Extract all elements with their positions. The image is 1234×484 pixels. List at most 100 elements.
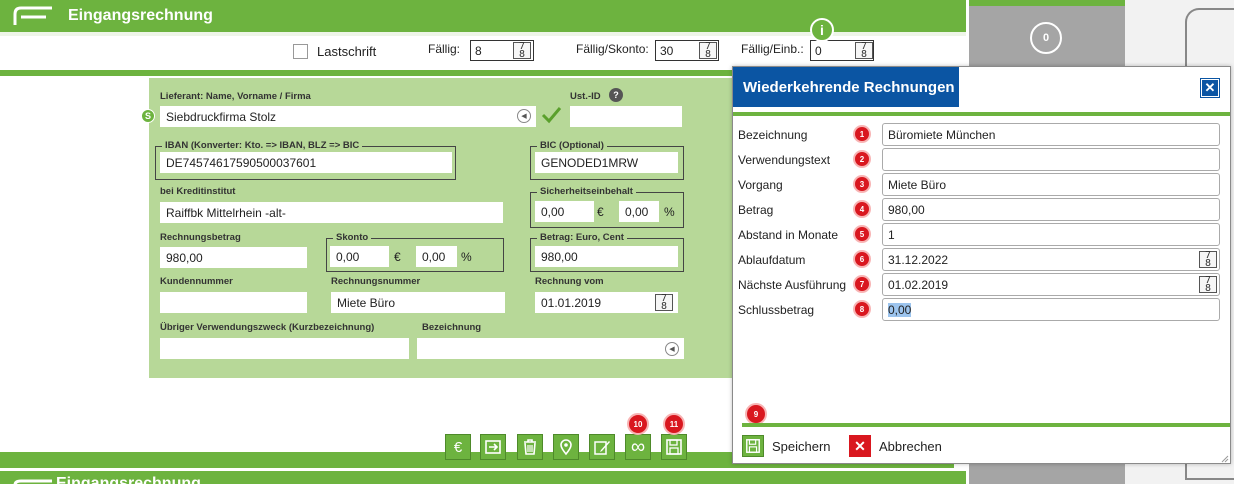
security-percent-input[interactable]: 0,00 xyxy=(619,201,659,222)
faellig-skonto-calendar-icon[interactable]: 78 xyxy=(699,42,717,60)
checkmark-icon xyxy=(541,107,562,124)
save-floppy-icon xyxy=(742,435,764,457)
faellig-einb-label: Fällig/Einb.: xyxy=(741,42,804,56)
dialog-field-badge: 2 xyxy=(853,150,871,168)
faellig-einb-calendar-icon[interactable]: 78 xyxy=(855,42,873,60)
bic-input[interactable]: GENODED1MRW xyxy=(535,152,678,173)
security-amount-input[interactable]: 0,00 xyxy=(535,201,594,222)
invoice-amount-label: Rechnungsbetrag xyxy=(160,232,241,243)
dialog-field-badge: 8 xyxy=(853,300,871,318)
resize-grip-icon[interactable] xyxy=(1219,453,1229,463)
designation-input[interactable] xyxy=(417,338,684,359)
designation-label: Bezeichnung xyxy=(422,322,482,333)
transfer-icon xyxy=(485,440,501,454)
dialog-field-badge: 1 xyxy=(853,125,871,143)
iban-input[interactable]: DE74574617590500037601 xyxy=(160,152,452,173)
dialog-field-input[interactable]: 01.02.2019 7 8 xyxy=(882,273,1220,296)
purpose-input[interactable] xyxy=(160,338,409,359)
dialog-footer-divider xyxy=(742,423,1230,427)
window-title: Eingangsrechnung xyxy=(68,7,213,24)
dialog-field-input[interactable]: 980,00 xyxy=(882,198,1220,221)
dialog-field-label: Nächste Ausführung xyxy=(738,278,847,292)
location-pin-icon xyxy=(560,439,572,456)
dialog-field-badge: 3 xyxy=(853,175,871,193)
dialog-field-label: Verwendungstext xyxy=(738,153,831,167)
dialog-save-button[interactable]: Speichern xyxy=(742,435,831,457)
security-percent-sign: % xyxy=(664,205,675,219)
faellig-einb-value: 0 xyxy=(815,44,822,58)
supplier-dropdown-icon[interactable]: ◀ xyxy=(517,109,531,123)
supplier-value: Siebdruckfirma Stolz xyxy=(166,110,277,124)
edit-button[interactable] xyxy=(589,434,615,460)
security-label: Sicherheitseinbehalt xyxy=(537,186,636,198)
info-icon[interactable]: i xyxy=(810,18,834,42)
side-panel-counter[interactable]: 0 xyxy=(1030,22,1062,54)
faellig-label: Fällig: xyxy=(428,42,461,56)
faellig-skonto-label: Fällig/Skonto: xyxy=(576,42,649,56)
dialog-field-input[interactable] xyxy=(882,148,1220,171)
amount-ec-label: Betrag: Euro, Cent xyxy=(537,232,627,244)
transfer-button[interactable] xyxy=(480,434,506,460)
bank-input[interactable]: Raiffbk Mittelrhein -alt- xyxy=(160,202,503,223)
lastschrift-checkbox[interactable] xyxy=(293,43,308,59)
skonto-label: Skonto xyxy=(333,232,372,244)
iban-value: DE74574617590500037601 xyxy=(166,156,317,170)
dialog-field-input[interactable]: Büromiete München xyxy=(882,123,1220,146)
bank-label: bei Kreditinstitut xyxy=(160,186,236,197)
side-panel-top-bar xyxy=(969,0,1125,6)
dialog-field-label: Abstand in Monate xyxy=(738,228,839,242)
dialog-field-value: Miete Büro xyxy=(888,178,947,192)
dialog-cancel-button[interactable]: ✕ Abbrechen xyxy=(849,435,942,457)
dialog-calendar-icon[interactable]: 78 xyxy=(1199,276,1217,294)
ust-input[interactable] xyxy=(570,106,682,127)
supplier-badge-icon: S xyxy=(141,109,155,123)
dialog-badge-9: 9 xyxy=(745,403,767,425)
customer-no-input[interactable] xyxy=(160,292,307,313)
skonto-amount-input[interactable]: 0,00 xyxy=(330,246,389,267)
amount-ec-input[interactable]: 980,00 xyxy=(535,246,678,267)
designation-dropdown-icon[interactable]: ◀ xyxy=(665,342,679,356)
floppy-disk-icon xyxy=(666,439,682,455)
save-toolbar-button[interactable] xyxy=(661,434,687,460)
help-icon[interactable]: ? xyxy=(609,88,623,102)
dialog-field-badge: 5 xyxy=(853,225,871,243)
skonto-percent-sign: % xyxy=(461,250,472,264)
euro-button[interactable]: € xyxy=(445,434,471,460)
security-euro-sign: € xyxy=(597,205,604,219)
dialog-field-value: 01.02.2019 xyxy=(888,278,949,292)
dialog-field-badge: 4 xyxy=(853,200,871,218)
dialog-field-value: 980,00 xyxy=(888,203,925,217)
bank-value: Raiffbk Mittelrhein -alt- xyxy=(166,206,286,220)
dialog-field-label: Vorgang xyxy=(738,178,783,192)
dialog-close-button[interactable]: ✕ xyxy=(1200,78,1220,98)
invoice-date-calendar-icon[interactable]: 78 xyxy=(655,294,673,312)
dialog-field-value: Büromiete München xyxy=(888,128,996,142)
recurring-button[interactable]: ∞ xyxy=(625,434,651,460)
location-button[interactable] xyxy=(553,434,579,460)
faellig-value: 8 xyxy=(475,44,482,58)
dialog-field-input[interactable]: 1 xyxy=(882,223,1220,246)
invoice-amount-input[interactable]: 980,00 xyxy=(160,247,307,268)
skonto-euro-sign: € xyxy=(394,250,401,264)
skonto-percent-input[interactable]: 0,00 xyxy=(416,246,457,267)
save-badge: 11 xyxy=(663,413,685,435)
invoice-no-input[interactable]: Miete Büro xyxy=(331,292,505,313)
dialog-calendar-icon[interactable]: 78 xyxy=(1199,251,1217,269)
dialog-field-value: 0,00 xyxy=(888,303,912,317)
dialog-field-value: 31.12.2022 xyxy=(888,253,949,267)
cancel-label: Abbrechen xyxy=(879,438,942,454)
dialog-field-input[interactable]: Miete Büro xyxy=(882,173,1220,196)
dialog-field-label: Ablaufdatum xyxy=(738,253,806,267)
next-window-title: Eingangsrechnung xyxy=(56,475,201,484)
close-icon: ✕ xyxy=(1204,80,1216,95)
supplier-input[interactable]: Siebdruckfirma Stolz xyxy=(160,106,536,127)
faellig-calendar-icon[interactable]: 78 xyxy=(513,42,531,60)
next-window-title-bar: Eingangsrechnung xyxy=(0,471,966,484)
lastschrift-option[interactable]: Lastschrift xyxy=(293,38,376,64)
dialog-header-divider xyxy=(733,112,1230,116)
dialog-field-input[interactable]: 0,00 xyxy=(882,298,1220,321)
dialog-field-input[interactable]: 31.12.2022 7 8 xyxy=(882,248,1220,271)
recurring-invoices-dialog: Wiederkehrende Rechnungen ✕ Bezeichnung 1… xyxy=(732,66,1231,464)
delete-button[interactable] xyxy=(517,434,543,460)
lastschrift-label: Lastschrift xyxy=(317,43,377,59)
